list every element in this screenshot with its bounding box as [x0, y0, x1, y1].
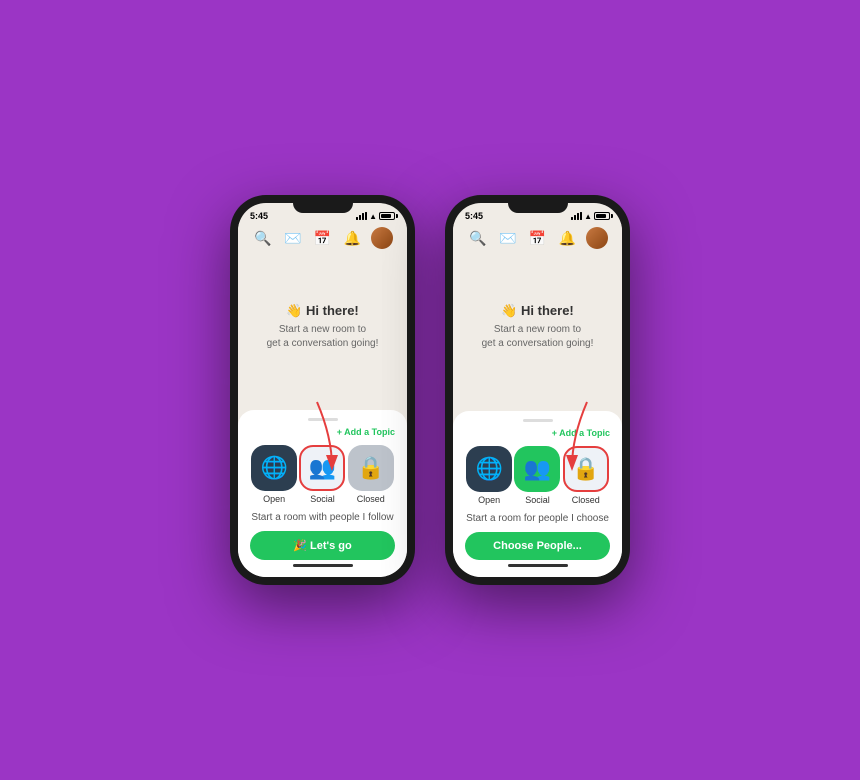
signal-icon-right [571, 212, 582, 220]
room-type-closed-right[interactable]: 🔒 Closed [563, 446, 609, 505]
closed-icon: 🔒 [357, 455, 384, 481]
bell-icon-right[interactable]: 🔔 [556, 227, 578, 249]
greeting-text-right: 👋 Hi there! [501, 303, 574, 319]
open-icon: 🌐 [260, 455, 287, 481]
search-icon[interactable]: 🔍 [252, 227, 274, 249]
social-icon-wrapper-right: 👥 [514, 446, 560, 492]
compose-icon-right[interactable]: ✉️ [497, 227, 519, 249]
main-content-right: 👋 Hi there! Start a new room to get a co… [453, 253, 622, 411]
open-label-right: Open [478, 495, 500, 505]
nav-bar-right: 🔍 ✉️ 📅 🔔 [453, 223, 622, 253]
social-icon-right: 👥 [524, 456, 551, 482]
wifi-icon-right: ▲ [584, 212, 592, 221]
subtitle-text: Start a new room to get a conversation g… [267, 323, 379, 351]
calendar-icon-right[interactable]: 📅 [526, 227, 548, 249]
bell-icon[interactable]: 🔔 [341, 227, 363, 249]
room-type-open[interactable]: 🌐 Open [251, 445, 297, 504]
status-time-right: 5:45 [465, 211, 483, 221]
status-time: 5:45 [250, 211, 268, 221]
description-text-right: Start a room for people I choose [465, 513, 610, 524]
open-icon-wrapper: 🌐 [251, 445, 297, 491]
room-types: 🌐 Open 👥 Social 🔒 [250, 445, 395, 504]
calendar-icon[interactable]: 📅 [311, 227, 333, 249]
open-label: Open [263, 494, 285, 504]
social-icon-wrapper-selected: 👥 [299, 445, 345, 491]
social-label: Social [310, 494, 335, 504]
home-indicator-right [508, 564, 568, 567]
right-phone-screen: 5:45 ▲ 🔍 ✉️ 📅 🔔 [453, 203, 622, 577]
home-indicator [293, 564, 353, 567]
status-icons: ▲ [356, 212, 395, 221]
social-label-right: Social [525, 495, 550, 505]
closed-icon-wrapper: 🔒 [348, 445, 394, 491]
wifi-icon: ▲ [369, 212, 377, 221]
greeting-text: 👋 Hi there! [286, 303, 359, 319]
room-type-closed[interactable]: 🔒 Closed [348, 445, 394, 504]
right-phone: 5:45 ▲ 🔍 ✉️ 📅 🔔 [445, 195, 630, 585]
battery-icon [379, 212, 395, 220]
room-types-right: 🌐 Open 👥 Social 🔒 [465, 446, 610, 505]
left-phone: 5:45 ▲ 🔍 ✉️ 📅 🔔 [230, 195, 415, 585]
bottom-sheet-right: + Add a Topic 🌐 Open 👥 Social [453, 411, 622, 577]
status-icons-right: ▲ [571, 212, 610, 221]
social-icon: 👥 [309, 455, 336, 481]
closed-icon-right: 🔒 [572, 456, 599, 482]
sheet-handle-right [523, 419, 553, 422]
left-phone-screen: 5:45 ▲ 🔍 ✉️ 📅 🔔 [238, 203, 407, 577]
left-phone-container: 5:45 ▲ 🔍 ✉️ 📅 🔔 [230, 195, 415, 585]
search-icon-right[interactable]: 🔍 [467, 227, 489, 249]
subtitle-text-right: Start a new room to get a conversation g… [482, 323, 594, 351]
action-button[interactable]: 🎉 Let's go [250, 531, 395, 560]
bottom-sheet: + Add a Topic 🌐 Open 👥 Social [238, 410, 407, 577]
closed-label-right: Closed [572, 495, 600, 505]
action-button-right[interactable]: Choose People... [465, 532, 610, 560]
avatar-right[interactable] [586, 227, 608, 249]
closed-icon-wrapper-selected: 🔒 [563, 446, 609, 492]
main-content: 👋 Hi there! Start a new room to get a co… [238, 253, 407, 410]
add-topic-link-right[interactable]: + Add a Topic [465, 428, 610, 438]
notch [293, 203, 353, 213]
sheet-handle [308, 418, 338, 421]
open-icon-wrapper-right: 🌐 [466, 446, 512, 492]
room-type-social[interactable]: 👥 Social [299, 445, 345, 504]
closed-label: Closed [357, 494, 385, 504]
compose-icon[interactable]: ✉️ [282, 227, 304, 249]
open-icon-right: 🌐 [475, 456, 502, 482]
avatar[interactable] [371, 227, 393, 249]
description-text: Start a room with people I follow [250, 512, 395, 523]
room-type-open-right[interactable]: 🌐 Open [466, 446, 512, 505]
signal-icon [356, 212, 367, 220]
notch-right [508, 203, 568, 213]
battery-icon-right [594, 212, 610, 220]
right-phone-container: 5:45 ▲ 🔍 ✉️ 📅 🔔 [445, 195, 630, 585]
add-topic-link[interactable]: + Add a Topic [250, 427, 395, 437]
nav-bar: 🔍 ✉️ 📅 🔔 [238, 223, 407, 253]
room-type-social-right[interactable]: 👥 Social [514, 446, 560, 505]
